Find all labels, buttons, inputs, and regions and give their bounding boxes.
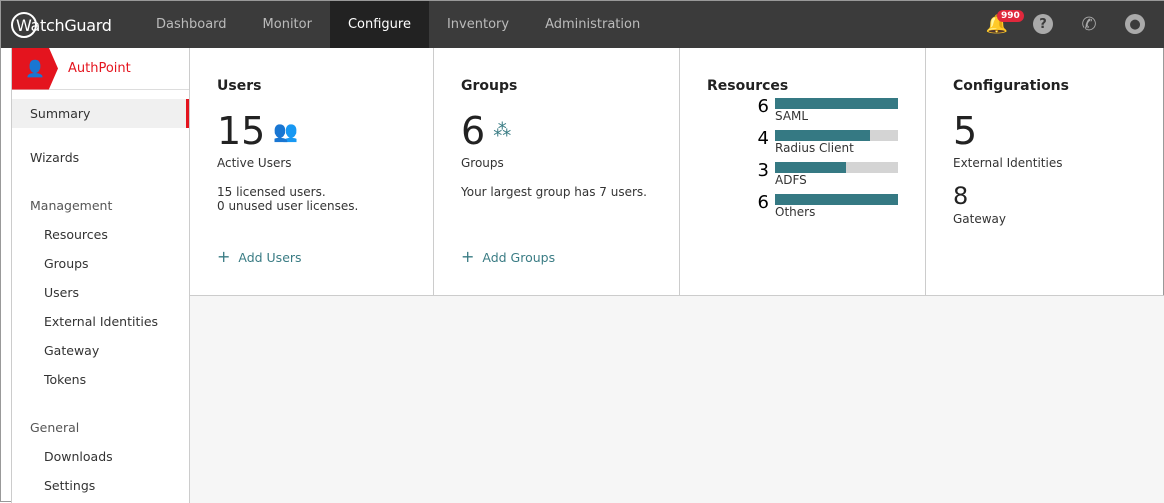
- resource-label: SAML: [775, 109, 809, 123]
- watchguard-logo[interactable]: WatchGuard: [11, 12, 112, 38]
- card-title: Groups: [461, 78, 518, 94]
- sidebar-item-settings[interactable]: Settings: [12, 471, 189, 500]
- resource-bar: [775, 162, 898, 173]
- authpoint-icon: 👤: [12, 47, 58, 90]
- resources-card: Resources 6 SAML 4 Radius Client 3 ADFS 6 Other…: [680, 48, 926, 295]
- help-icon[interactable]: ?: [1033, 14, 1053, 34]
- groups-largest: Your largest group has 7 users.: [461, 185, 647, 199]
- sidebar-item-gateway[interactable]: Gateway: [12, 336, 189, 365]
- resource-count: 6: [757, 96, 769, 117]
- users-icon: 👥: [273, 119, 299, 143]
- add-groups-button[interactable]: + Add Groups: [461, 247, 555, 266]
- nav-inventory[interactable]: Inventory: [429, 1, 527, 48]
- sidebar-item-resources[interactable]: Resources: [12, 220, 189, 249]
- gateway-count: 8: [953, 182, 969, 210]
- resource-bar-fill: [775, 130, 870, 141]
- users-count: 15: [217, 109, 266, 153]
- resource-count: 6: [757, 192, 769, 213]
- resource-row[interactable]: 4 Radius Client: [755, 130, 898, 155]
- add-users-label: Add Users: [238, 250, 302, 265]
- sidebar-item-summary[interactable]: Summary: [12, 99, 189, 128]
- sidebar: 👤 AuthPoint Summary Wizards Management Re…: [11, 47, 190, 503]
- resource-bar-fill: [775, 162, 847, 173]
- card-title: Users: [217, 78, 262, 94]
- plus-icon: +: [461, 247, 475, 266]
- content-area: [190, 296, 1164, 503]
- groups-card: Groups 6 ⁂ Groups Your largest group has …: [434, 48, 680, 295]
- sidebar-item-external-identities[interactable]: External Identities: [12, 307, 189, 336]
- sidebar-item-groups[interactable]: Groups: [12, 249, 189, 278]
- groups-label: Groups: [461, 156, 504, 170]
- resource-bar-fill: [775, 194, 898, 205]
- nav-administration[interactable]: Administration: [527, 1, 658, 48]
- bell-icon[interactable]: 🔔 990: [986, 10, 1024, 35]
- external-identities-count: 5: [953, 109, 978, 153]
- phone-icon[interactable]: ✆: [1079, 14, 1099, 35]
- product-header[interactable]: 👤 AuthPoint: [12, 47, 189, 90]
- account-icon[interactable]: ●: [1125, 14, 1145, 34]
- resource-label: ADFS: [775, 173, 807, 187]
- card-title: Resources: [707, 78, 789, 94]
- resource-count: 3: [757, 160, 769, 181]
- add-groups-label: Add Groups: [482, 250, 556, 265]
- add-users-button[interactable]: + Add Users: [217, 247, 302, 266]
- resource-count: 4: [757, 128, 769, 149]
- plus-icon: +: [217, 247, 231, 266]
- sidebar-section-management: Management: [30, 198, 113, 213]
- nav-monitor[interactable]: Monitor: [245, 1, 330, 48]
- resource-label: Others: [775, 205, 816, 219]
- external-identities-label: External Identities: [953, 156, 1063, 170]
- sidebar-item-tokens[interactable]: Tokens: [12, 365, 189, 394]
- resources-list: 6 SAML 4 Radius Client 3 ADFS 6 Others: [707, 98, 898, 219]
- gateway-label: Gateway: [953, 212, 1007, 226]
- resource-bar: [775, 130, 898, 141]
- main-nav: Dashboard Monitor Configure Inventory Ad…: [138, 1, 658, 48]
- groups-icon: ⁂: [493, 120, 512, 141]
- resource-label: Radius Client: [775, 141, 854, 155]
- resource-bar-fill: [775, 98, 898, 109]
- groups-count: 6: [461, 109, 486, 153]
- users-label: Active Users: [217, 156, 292, 170]
- nav-configure[interactable]: Configure: [329, 1, 429, 48]
- sidebar-item-users[interactable]: Users: [12, 278, 189, 307]
- resource-row[interactable]: 6 Others: [755, 194, 898, 219]
- logo-ring: [11, 12, 37, 38]
- resource-row[interactable]: 3 ADFS: [755, 162, 898, 187]
- sidebar-item-downloads[interactable]: Downloads: [12, 442, 189, 471]
- resource-bar: [775, 98, 898, 109]
- product-name: AuthPoint: [68, 61, 131, 76]
- nav-dashboard[interactable]: Dashboard: [138, 1, 245, 48]
- notification-badge: 990: [997, 10, 1024, 22]
- card-title: Configurations: [953, 78, 1069, 94]
- users-card: Users 15 👥 Active Users 15 licensed users…: [190, 48, 434, 295]
- users-licensed: 15 licensed users.: [217, 185, 326, 199]
- sidebar-item-wizards[interactable]: Wizards: [12, 143, 189, 172]
- resource-bar: [775, 194, 898, 205]
- users-unused: 0 unused user licenses.: [217, 199, 359, 213]
- resource-row[interactable]: 6 SAML: [755, 98, 898, 123]
- configurations-card: Configurations 5 External Identities 8 G…: [926, 48, 1164, 295]
- top-bar: WatchGuard Dashboard Monitor Configure I…: [1, 1, 1164, 48]
- sidebar-section-general: General: [30, 420, 80, 435]
